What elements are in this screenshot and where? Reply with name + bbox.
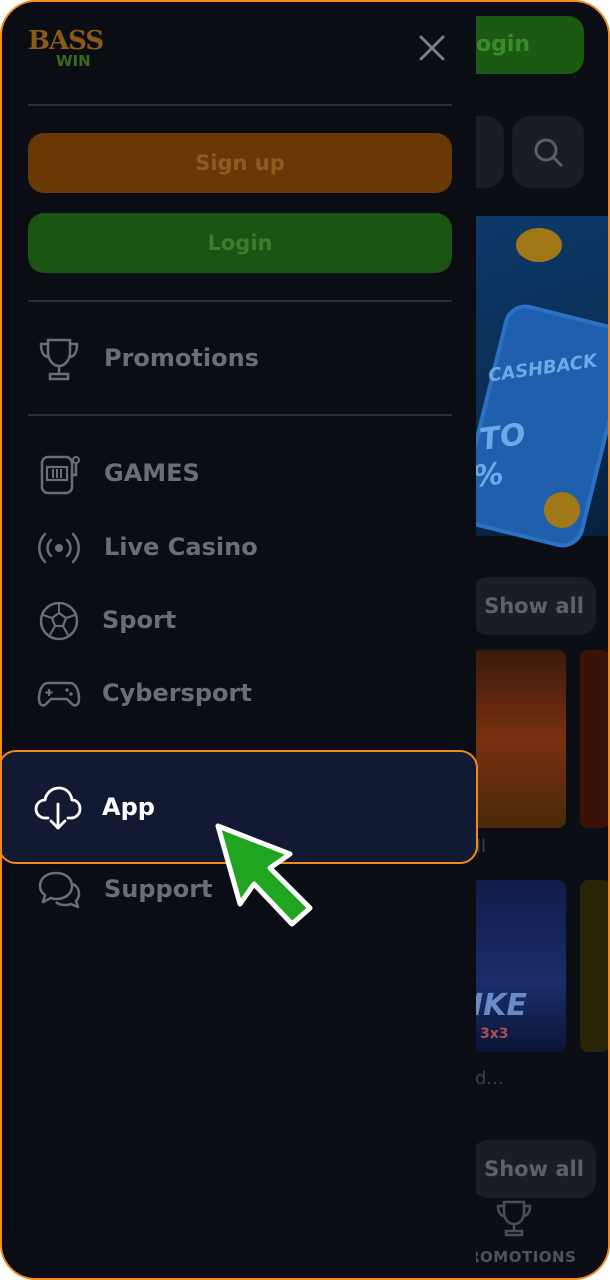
bottom-nav-promotions-label[interactable]: ROMOTIONS bbox=[468, 1248, 576, 1266]
side-menu: BASS WIN Sign up Login Promotions GAMES … bbox=[2, 2, 476, 1278]
menu-item-promotions[interactable]: Promotions bbox=[28, 328, 452, 388]
close-icon[interactable] bbox=[416, 32, 448, 64]
menu-item-label: Sport bbox=[102, 606, 177, 634]
trophy-icon bbox=[39, 338, 79, 381]
broadcast-icon bbox=[38, 532, 80, 564]
divider bbox=[28, 414, 452, 416]
menu-item-live-casino[interactable]: Live Casino bbox=[28, 517, 452, 577]
divider bbox=[28, 300, 452, 302]
menu-item-label: Live Casino bbox=[104, 533, 258, 561]
trophy-icon bbox=[496, 1200, 532, 1237]
screen-frame: Login CASHBACK P TO 5% Show all ll IKE 3… bbox=[0, 0, 610, 1280]
menu-item-label: GAMES bbox=[104, 459, 200, 487]
game-tile[interactable]: IKE 3x3 bbox=[472, 880, 566, 1052]
search-icon bbox=[534, 138, 563, 167]
menu-item-label: Cybersport bbox=[102, 679, 252, 707]
menu-item-cybersport[interactable]: Cybersport bbox=[28, 663, 452, 723]
game-tile[interactable] bbox=[580, 880, 608, 1052]
cloud-download-icon bbox=[34, 786, 82, 830]
menu-item-sport[interactable]: Sport bbox=[28, 590, 452, 650]
show-all-button[interactable]: Show all bbox=[472, 577, 596, 635]
menu-item-label: Promotions bbox=[104, 344, 259, 372]
tile-strike-text: IKE bbox=[472, 988, 527, 1023]
sign-up-button[interactable]: Sign up bbox=[28, 133, 452, 193]
tile-3x3-text: 3x3 bbox=[480, 1026, 509, 1042]
logo-text-bottom: WIN bbox=[56, 52, 91, 70]
pointer-arrow-icon bbox=[215, 823, 313, 927]
gamepad-icon bbox=[37, 681, 81, 707]
chat-bubbles-icon bbox=[38, 871, 81, 909]
show-all-button[interactable]: Show all bbox=[472, 1140, 596, 1198]
soccer-ball-icon bbox=[39, 601, 79, 641]
menu-item-label: App bbox=[102, 793, 155, 821]
banner-coin bbox=[544, 492, 580, 528]
brand-logo[interactable]: BASS WIN bbox=[28, 26, 128, 82]
search-button[interactable] bbox=[512, 116, 584, 188]
banner-coin bbox=[516, 228, 562, 262]
login-button[interactable]: Login bbox=[28, 213, 452, 273]
slot-machine-icon bbox=[40, 455, 80, 495]
game-tile[interactable] bbox=[472, 650, 566, 828]
divider bbox=[28, 104, 452, 106]
menu-item-games[interactable]: GAMES bbox=[28, 443, 452, 503]
menu-item-label: Support bbox=[104, 875, 213, 903]
game-tile[interactable] bbox=[580, 650, 608, 828]
